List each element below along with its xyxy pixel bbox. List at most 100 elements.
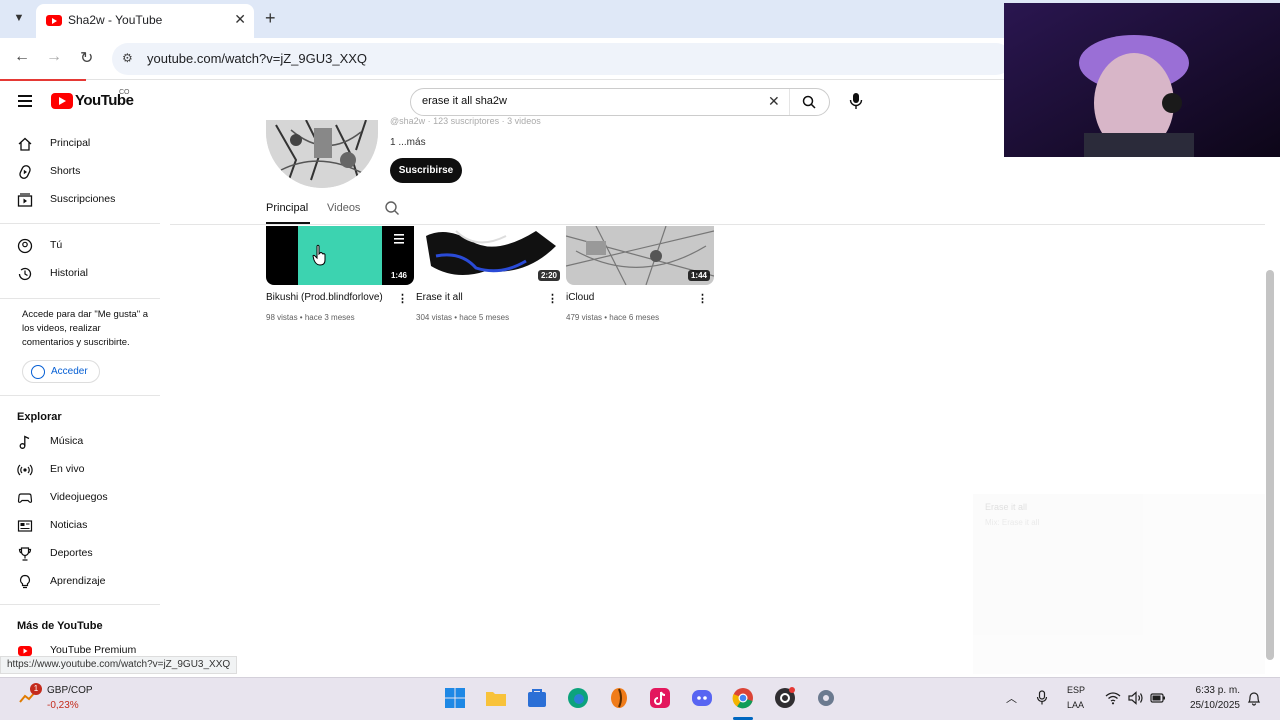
clock-time[interactable]: 6:33 p. m. bbox=[1190, 685, 1240, 696]
market-change: -0,23% bbox=[47, 700, 79, 711]
sports-icon bbox=[18, 547, 32, 561]
video-card[interactable]: 1:46 Bikushi (Prod.blindforlove) ⋮ 98 vi… bbox=[266, 226, 414, 322]
channel-avatar-artwork bbox=[266, 120, 378, 188]
video-title[interactable]: iCloud bbox=[566, 292, 594, 303]
browser-tab[interactable]: Sha2w - YouTube ✕ bbox=[36, 4, 254, 38]
screen: ▼ Sha2w - YouTube ✕ + ← → ↻ ⚙ youtube.co… bbox=[0, 0, 1280, 720]
tab-search-chevron-icon[interactable]: ▼ bbox=[8, 7, 30, 29]
sidebar-item-label: Principal bbox=[50, 137, 91, 149]
explore-heading: Explorar bbox=[17, 411, 62, 423]
edge-browser-icon[interactable] bbox=[566, 686, 590, 710]
sidebar-item-label: Noticias bbox=[50, 519, 88, 531]
shorts-icon bbox=[19, 165, 31, 179]
clear-search-icon[interactable]: ✕ bbox=[768, 93, 780, 110]
settings-gear-icon[interactable] bbox=[814, 686, 838, 710]
video-meta: 479 vistas • hace 6 meses bbox=[566, 313, 660, 322]
volume-icon[interactable] bbox=[1128, 691, 1144, 705]
video-duration: 1:46 bbox=[387, 270, 410, 281]
live-icon bbox=[17, 464, 33, 476]
chrome-icon[interactable] bbox=[731, 686, 755, 710]
video-title[interactable]: Bikushi (Prod.blindforlove) bbox=[266, 292, 383, 303]
channel-description[interactable]: 1 ...más bbox=[390, 137, 426, 148]
channel-search-icon[interactable] bbox=[384, 200, 400, 216]
market-ticker[interactable]: GBP/COP bbox=[47, 685, 93, 696]
sidebar-item-label: Historial bbox=[50, 267, 88, 279]
file-explorer-icon[interactable] bbox=[484, 686, 508, 710]
more-actions-icon[interactable]: ⋮ bbox=[547, 292, 558, 305]
sidebar-item-suscripciones[interactable]: Suscripciones bbox=[17, 191, 157, 211]
gaming-icon bbox=[17, 493, 33, 503]
obs-studio-icon[interactable] bbox=[773, 686, 797, 710]
notification-bell-icon[interactable] bbox=[1247, 690, 1261, 706]
sidebar-item-principal[interactable]: Principal bbox=[17, 135, 157, 155]
input-language[interactable]: ESP bbox=[1067, 685, 1085, 695]
youtube-logo-icon[interactable] bbox=[51, 93, 73, 109]
sidebar-item-en-vivo[interactable]: En vivo bbox=[17, 461, 157, 481]
sidebar-item-tu[interactable]: Tú bbox=[17, 237, 157, 257]
video-thumbnail[interactable]: 2:20 bbox=[416, 226, 564, 285]
subscribe-button[interactable]: Suscribirse bbox=[390, 158, 462, 183]
wifi-icon[interactable] bbox=[1105, 691, 1121, 705]
signin-button[interactable]: Acceder bbox=[22, 360, 100, 383]
channel-tabs-divider bbox=[170, 224, 1265, 225]
signin-button-label: Acceder bbox=[51, 366, 88, 377]
keyboard-layout[interactable]: LAA bbox=[1067, 700, 1084, 710]
close-tab-icon[interactable]: ✕ bbox=[234, 11, 246, 28]
back-arrow-icon[interactable]: ← bbox=[14, 48, 30, 66]
more-actions-icon[interactable]: ⋮ bbox=[697, 292, 708, 305]
webcam-overlay bbox=[1004, 3, 1280, 157]
microphone-icon[interactable] bbox=[848, 92, 864, 110]
video-card[interactable]: 1:44 iCloud ⋮ 479 vistas • hace 6 meses bbox=[566, 226, 714, 322]
sidebar-item-label: Videojuegos bbox=[50, 491, 108, 503]
sidebar-divider bbox=[0, 298, 160, 299]
reload-icon[interactable]: ↻ bbox=[80, 48, 93, 68]
site-info-icon[interactable]: ⚙ bbox=[122, 51, 133, 65]
notification-badge: 1 bbox=[30, 683, 42, 695]
miniplayer-subtitle: Mix: Erase it all bbox=[985, 518, 1040, 527]
video-thumbnail[interactable]: 1:44 bbox=[566, 226, 714, 285]
page-scrollbar[interactable] bbox=[1266, 270, 1274, 660]
forward-arrow-icon[interactable]: → bbox=[46, 48, 62, 66]
hand-cursor-icon bbox=[312, 244, 326, 266]
clock-date[interactable]: 25/10/2025 bbox=[1180, 700, 1240, 711]
sidebar-item-videojuegos[interactable]: Videojuegos bbox=[17, 489, 157, 509]
sidebar-item-shorts[interactable]: Shorts bbox=[17, 163, 157, 183]
show-hidden-icons-chevron-icon[interactable]: ︿ bbox=[1006, 690, 1017, 706]
microsoft-store-icon[interactable] bbox=[525, 686, 549, 710]
more-actions-icon[interactable]: ⋮ bbox=[397, 292, 408, 305]
video-duration: 1:44 bbox=[687, 270, 710, 281]
sidebar-item-deportes[interactable]: Deportes bbox=[17, 545, 157, 565]
search-button[interactable] bbox=[789, 89, 829, 115]
guide-menu-icon[interactable] bbox=[18, 95, 32, 110]
search-bar[interactable]: erase it all sha2w ✕ bbox=[410, 88, 830, 116]
video-card[interactable]: 2:20 Erase it all ⋮ 304 vistas • hace 5 … bbox=[416, 226, 564, 322]
miniplayer-panel[interactable]: Erase it all Mix: Erase it all bbox=[973, 494, 1265, 674]
webcam-feed-image bbox=[1004, 3, 1280, 157]
history-icon bbox=[18, 267, 32, 281]
address-bar[interactable]: ⚙ youtube.com/watch?v=jZ_9GU3_XXQ bbox=[112, 43, 1012, 75]
youtube-favicon-icon bbox=[46, 15, 62, 26]
battery-icon[interactable] bbox=[1150, 691, 1166, 705]
sidebar-item-musica[interactable]: Música bbox=[17, 433, 157, 453]
music-icon bbox=[19, 435, 30, 449]
sidebar-item-aprendizaje[interactable]: Aprendizaje bbox=[17, 573, 157, 593]
windows-start-icon[interactable] bbox=[443, 686, 467, 710]
video-duration: 2:20 bbox=[537, 270, 560, 281]
sidebar-item-noticias[interactable]: Noticias bbox=[17, 517, 157, 537]
sidebar-item-label: Tú bbox=[50, 239, 63, 251]
tiktok-icon[interactable] bbox=[648, 686, 672, 710]
channel-avatar[interactable] bbox=[266, 120, 378, 188]
tab-principal[interactable]: Principal bbox=[266, 202, 308, 214]
fl-studio-icon[interactable] bbox=[607, 686, 631, 710]
video-title[interactable]: Erase it all bbox=[416, 292, 463, 303]
new-tab-button[interactable]: + bbox=[265, 8, 276, 29]
tab-videos[interactable]: Videos bbox=[327, 202, 360, 214]
search-input[interactable]: erase it all sha2w bbox=[422, 95, 507, 107]
tab-title: Sha2w - YouTube bbox=[68, 13, 163, 27]
sidebar-item-historial[interactable]: Historial bbox=[17, 265, 157, 285]
video-thumbnail[interactable]: 1:46 bbox=[266, 226, 414, 285]
tray-microphone-icon[interactable] bbox=[1036, 690, 1048, 706]
learning-icon bbox=[19, 574, 31, 589]
address-url[interactable]: youtube.com/watch?v=jZ_9GU3_XXQ bbox=[147, 51, 367, 66]
discord-icon[interactable] bbox=[690, 686, 714, 710]
